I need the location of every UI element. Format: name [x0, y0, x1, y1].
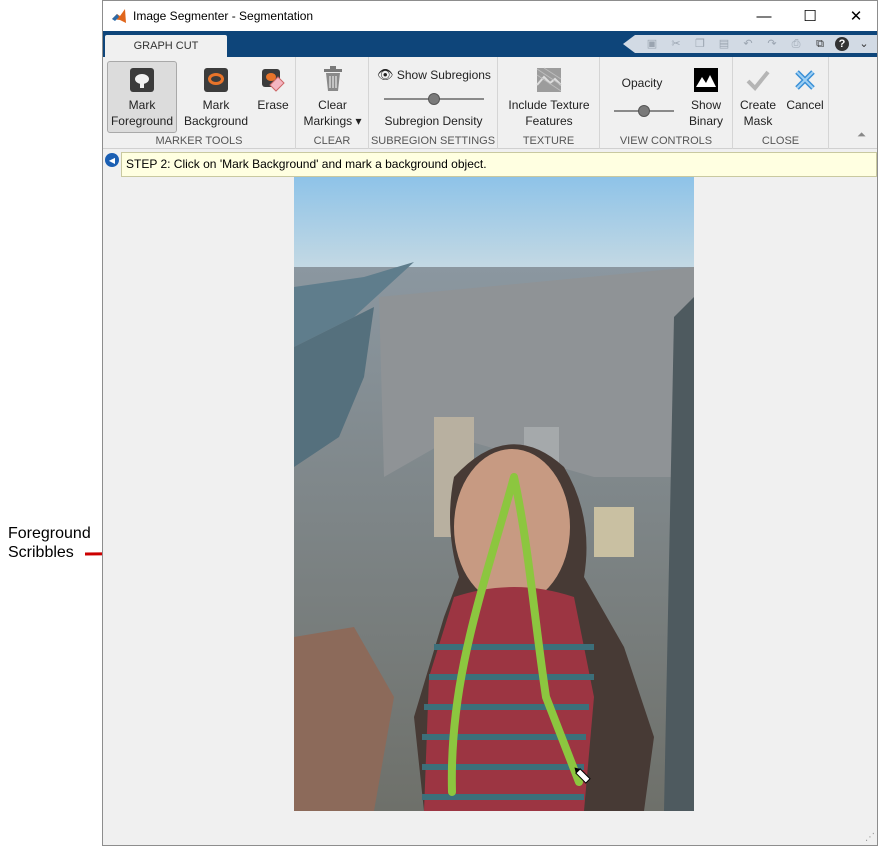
group-label-texture: TEXTURE: [522, 135, 575, 147]
window-title: Image Segmenter - Segmentation: [133, 9, 314, 23]
copy-icon[interactable]: ❐: [693, 37, 707, 51]
annotation-line-1: Foreground: [8, 525, 91, 542]
group-label-close: CLOSE: [761, 135, 800, 147]
show-subregions-toggle[interactable]: 👁 Show Subregions: [377, 67, 493, 85]
minimize-button[interactable]: —: [741, 1, 787, 31]
resize-grip-icon[interactable]: ⋰: [865, 832, 875, 843]
help-icon[interactable]: ?: [835, 37, 849, 51]
opacity-label: Opacity: [621, 76, 663, 90]
binary-image-icon: [694, 68, 718, 92]
hint-bar: STEP 2: Click on 'Mark Background' and m…: [121, 152, 877, 177]
mark-background-icon: [204, 68, 228, 92]
create-mask-button[interactable]: Create Mask: [735, 62, 781, 134]
collapse-ribbon-icon[interactable]: ⏶: [857, 129, 866, 142]
texture-icon: [536, 67, 562, 92]
ribbon: Mark Foreground Mark Background Erase MA…: [103, 57, 877, 149]
opacity-slider[interactable]: [614, 105, 674, 117]
save-icon[interactable]: ▣: [645, 37, 659, 51]
mark-foreground-button[interactable]: Mark Foreground: [107, 61, 177, 133]
group-clear: Clear Markings ▾ CLEAR: [296, 57, 369, 149]
group-label-clear: CLEAR: [313, 135, 351, 147]
group-label-view-controls: VIEW CONTROLS: [619, 135, 713, 147]
erase-button[interactable]: Erase: [253, 62, 293, 134]
group-close: Create Mask Cancel CLOSE: [733, 57, 829, 149]
app-window: Image Segmenter - Segmentation — ☐ ✕ GRA…: [102, 0, 878, 846]
hint-toggle-icon[interactable]: ◀: [105, 153, 119, 167]
clear-markings-button[interactable]: Clear Markings ▾: [300, 62, 365, 134]
segmentation-image[interactable]: [294, 177, 694, 811]
title-bar: Image Segmenter - Segmentation — ☐ ✕: [103, 1, 877, 31]
window-layout-icon[interactable]: ⧉: [813, 37, 827, 51]
group-label-marker-tools: MARKER TOOLS: [155, 135, 243, 147]
toolbar-notch: [623, 35, 635, 53]
redo-icon[interactable]: ↷: [765, 37, 779, 51]
eraser-icon: [262, 69, 285, 92]
tab-graph-cut[interactable]: GRAPH CUT: [105, 35, 227, 57]
checkmark-icon: [746, 70, 770, 91]
print-icon[interactable]: ⎙: [789, 37, 803, 51]
group-label-subregion-settings: SUBREGION SETTINGS: [370, 135, 496, 147]
show-subregions-label: Show Subregions: [396, 68, 491, 82]
city-and-baby-photo: [294, 177, 694, 811]
show-binary-button[interactable]: Show Binary: [682, 62, 730, 134]
mark-background-button[interactable]: Mark Background: [181, 62, 251, 134]
undo-icon[interactable]: ↶: [741, 37, 755, 51]
annotation-line-2: Scribbles: [8, 544, 74, 561]
cut-icon[interactable]: ✂: [669, 37, 683, 51]
paste-icon[interactable]: ▤: [717, 37, 731, 51]
opacity-thumb[interactable]: [638, 105, 650, 117]
matlab-icon: [112, 9, 126, 23]
cancel-x-icon: [795, 70, 815, 90]
group-subregion-settings: 👁 Show Subregions Subregion Density SUBR…: [369, 57, 498, 149]
cancel-button[interactable]: Cancel: [783, 62, 827, 134]
eye-icon: 👁: [377, 67, 394, 82]
maximize-button[interactable]: ☐: [787, 1, 833, 31]
close-window-button[interactable]: ✕: [833, 1, 878, 31]
group-view-controls: Opacity Show Binary VIEW CONTROLS: [600, 57, 733, 149]
trash-icon: [323, 66, 342, 91]
group-texture: Include Texture Features TEXTURE: [498, 57, 600, 149]
subregion-density-label: Subregion Density: [384, 114, 483, 128]
include-texture-button[interactable]: Include Texture Features: [503, 62, 595, 134]
subregion-density-slider[interactable]: [384, 93, 484, 105]
chevron-down-icon[interactable]: ⌄: [857, 37, 871, 51]
group-marker-tools: Mark Foreground Mark Background Erase MA…: [103, 57, 296, 149]
quick-access-toolbar: ▣ ✂ ❐ ▤ ↶ ↷ ⎙ ⧉ ? ⌄: [635, 35, 877, 53]
image-canvas[interactable]: ⋰: [103, 177, 877, 845]
tab-strip: GRAPH CUT ▣ ✂ ❐ ▤ ↶ ↷ ⎙ ⧉ ? ⌄: [103, 31, 877, 57]
annotation-label: Foreground Scribbles: [8, 524, 91, 562]
subregion-density-thumb[interactable]: [428, 93, 440, 105]
mark-foreground-icon: [130, 68, 154, 92]
